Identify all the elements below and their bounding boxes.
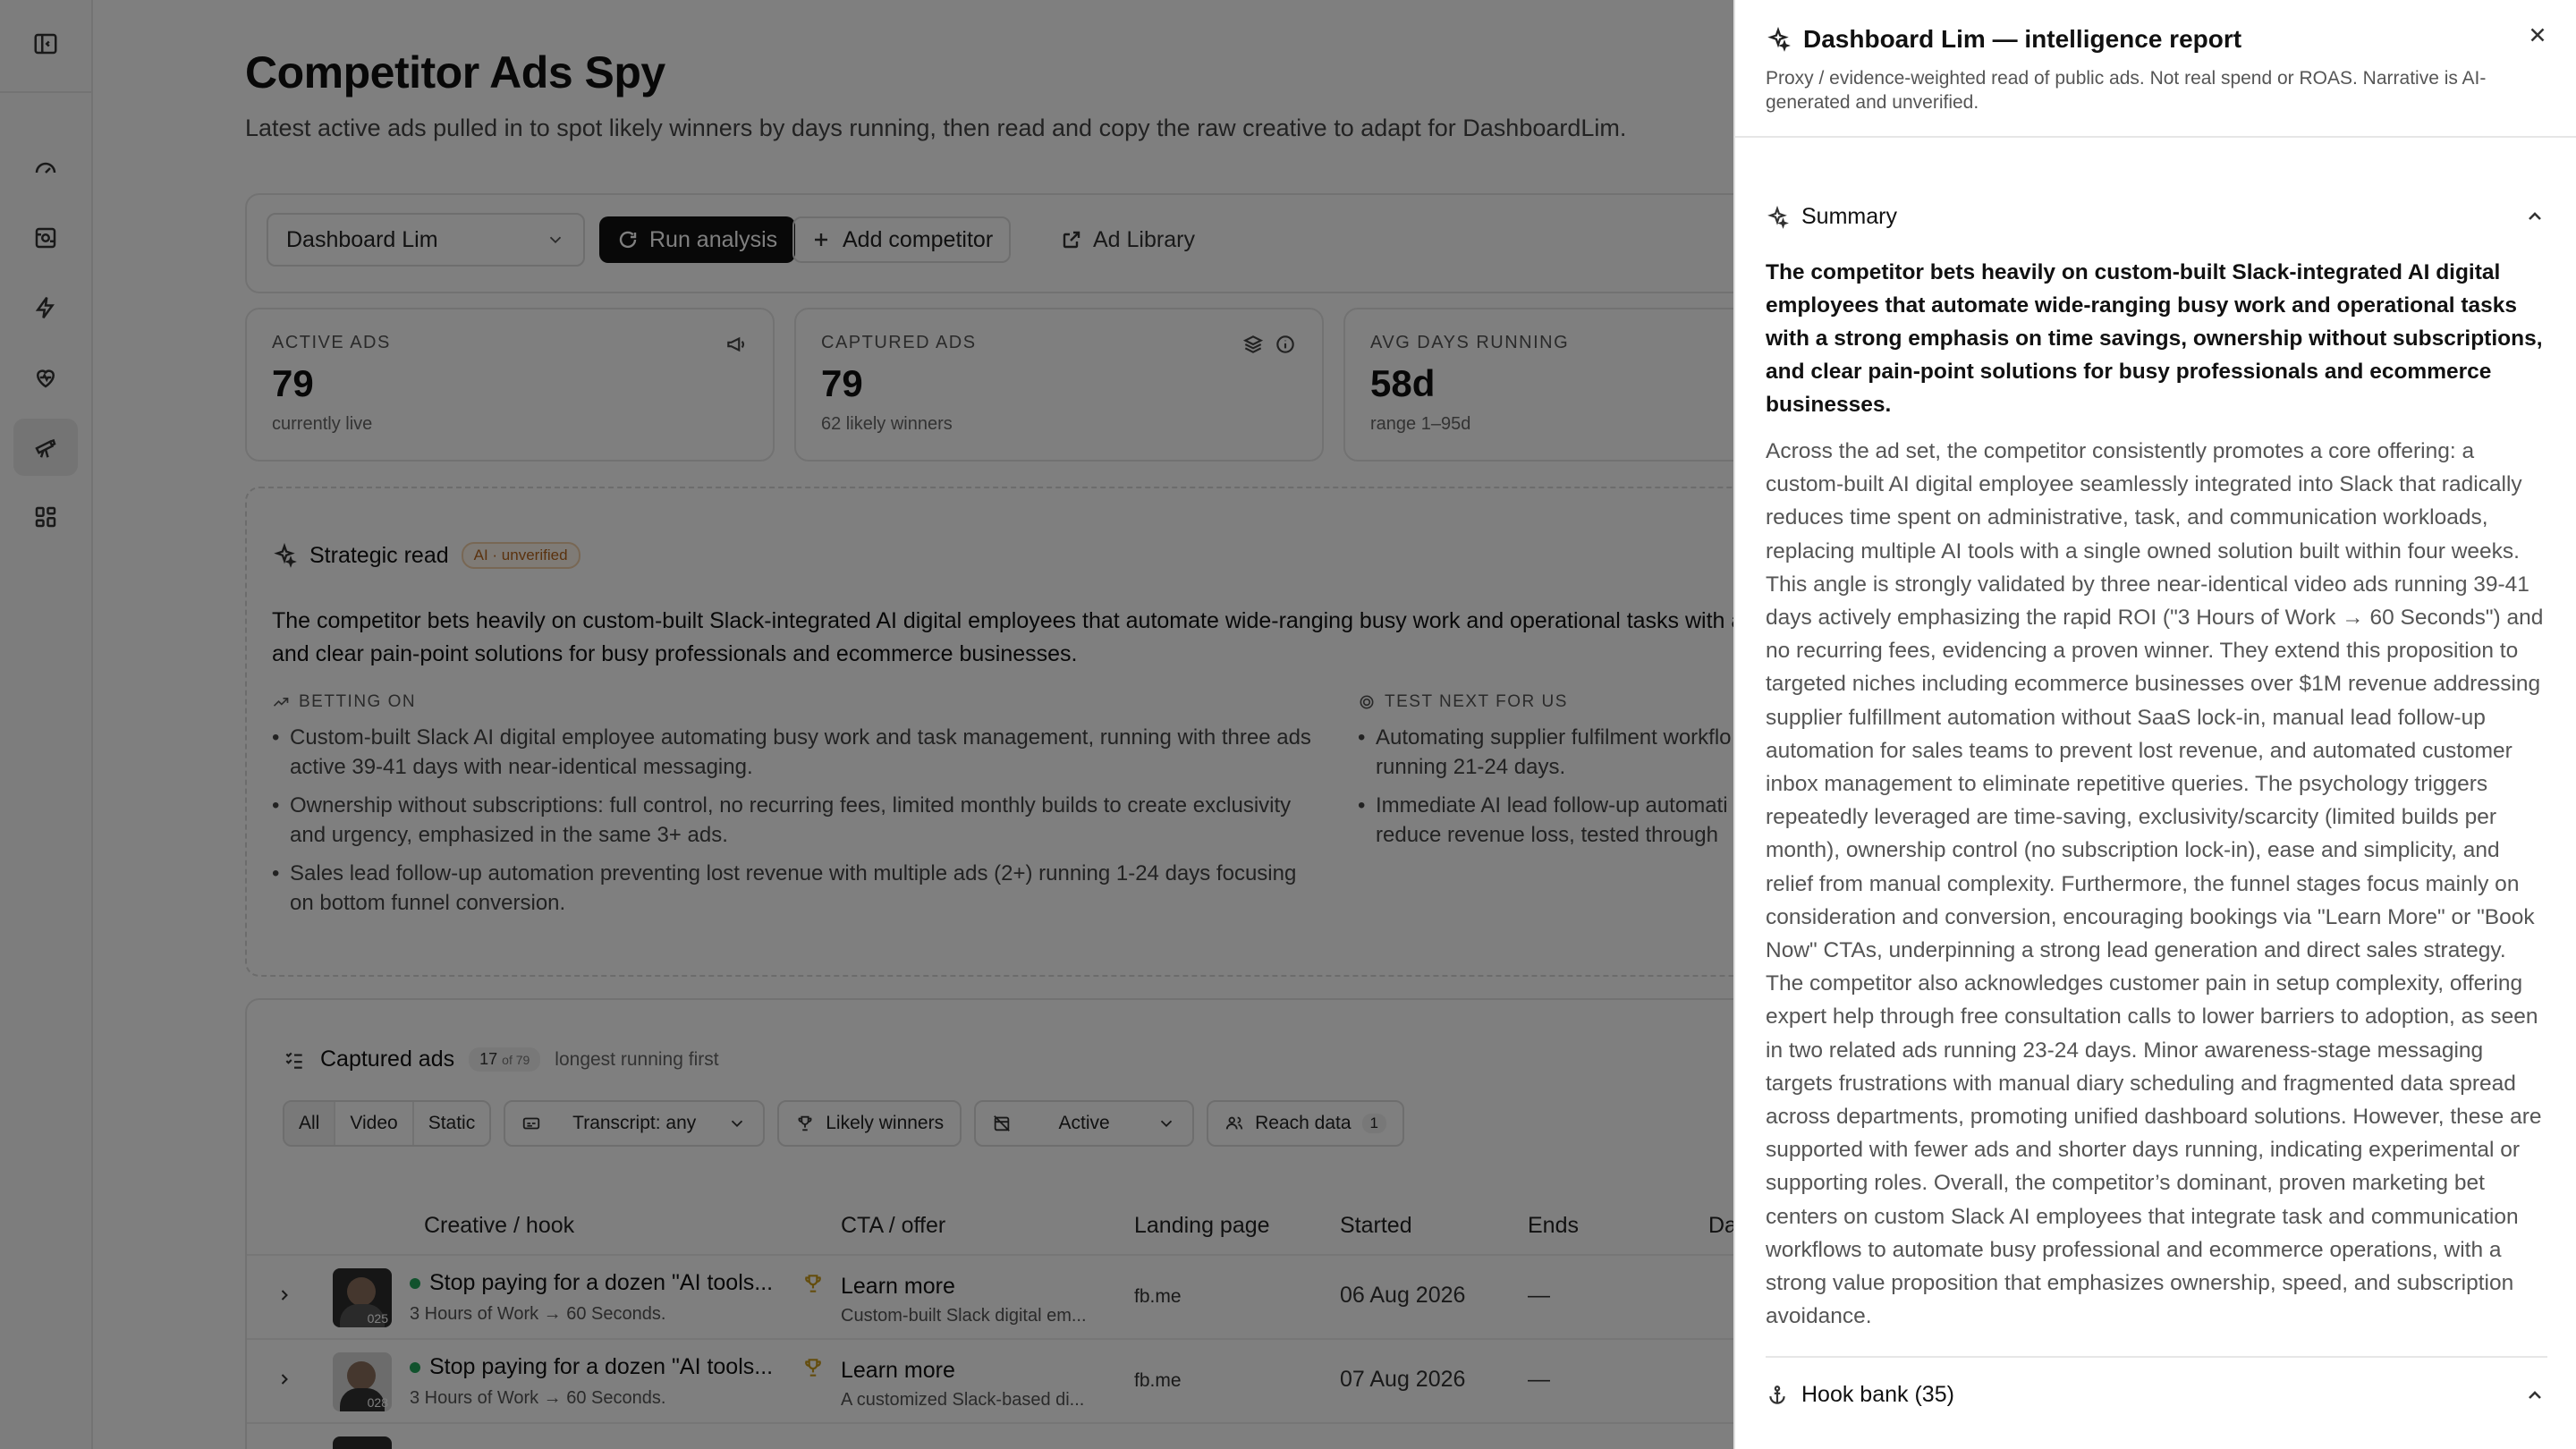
sparkles-icon [1767,205,1789,229]
summary-lead: The competitor bets heavily on custom-bu… [1766,260,2543,417]
hook-bank-section-header[interactable]: Hook bank (35) [1766,1382,1954,1408]
anchor-icon [1769,1385,1785,1404]
summary-section-header[interactable]: Summary [1766,204,1897,230]
modal-backdrop[interactable] [0,0,1733,1449]
chevron-up-icon[interactable] [2524,1385,2546,1411]
divider [1735,136,2576,138]
divider [1766,1356,2547,1358]
sparkles-icon [1767,27,1791,52]
hook-bank-title: Hook bank (35) [1801,1382,1954,1407]
summary-body: Across the ad set, the competitor consis… [1766,439,2544,1329]
chevron-up-icon[interactable] [2524,206,2546,232]
close-icon [2530,28,2545,42]
close-button[interactable] [2526,23,2553,50]
intelligence-report-drawer: Dashboard Lim — intelligence report Prox… [1733,0,2576,1449]
drawer-title: Dashboard Lim — intelligence report [1803,25,2242,53]
summary-title: Summary [1801,204,1897,229]
drawer-description: Proxy / evidence-weighted read of public… [1766,68,2487,113]
